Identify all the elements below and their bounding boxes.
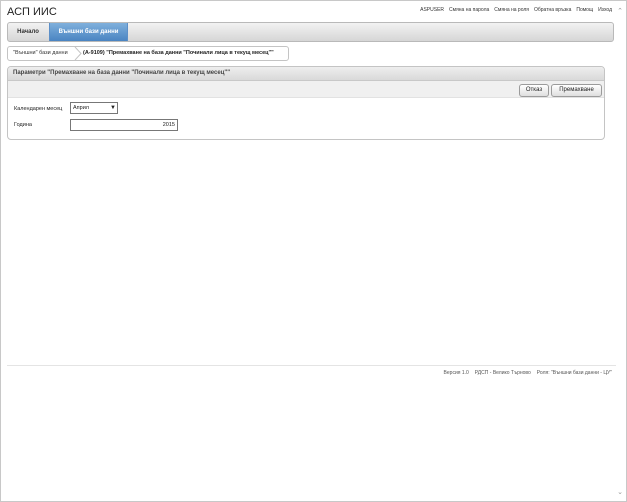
footer-role: Роля: "Външни бази данни - ЦУ" [536, 370, 612, 376]
change-password-link[interactable]: Смяна на парола [449, 7, 489, 13]
cancel-button[interactable]: Отказ [519, 84, 549, 97]
breadcrumb-separator-icon [74, 47, 82, 60]
chevron-down-icon: ▼ [110, 105, 116, 111]
nav-tab-home[interactable]: Начало [8, 23, 48, 41]
nav-tab-external-db[interactable]: Външни бази данни [49, 23, 128, 41]
panel-title: Параметри "Премахване на база данни "Поч… [8, 67, 604, 81]
delete-button[interactable]: Премахване [551, 84, 602, 97]
breadcrumb-parent[interactable]: "Външни" бази данни [13, 47, 68, 60]
footer: Версия 1.0 РДСП - Велико Търново Роля: "… [444, 370, 612, 376]
app-window: АСП ИИС ASPUSER Смяна на парола Смяна на… [0, 0, 627, 502]
user-link[interactable]: ASPUSER [420, 7, 444, 13]
change-role-link[interactable]: Смяна на роля [494, 7, 529, 13]
year-label: Година [14, 122, 32, 128]
logout-link[interactable]: Изход [598, 7, 612, 13]
panel-toolbar: Отказ Премахване [8, 81, 604, 98]
top-links: ASPUSER Смяна на парола Смяна на роля Об… [420, 7, 612, 13]
main-navbar: Начало Външни бази данни [7, 22, 614, 42]
parameters-panel: Параметри "Премахване на база данни "Поч… [7, 66, 605, 140]
month-select-value: Април [73, 105, 89, 111]
month-label: Календарен месец [14, 106, 63, 112]
chevron-down-icon[interactable]: ⌄ [617, 488, 623, 496]
app-title: АСП ИИС [7, 6, 57, 18]
breadcrumb-current: (А-9109) "Премахване на база данни "Почи… [83, 50, 274, 56]
feedback-link[interactable]: Обратна връзка [534, 7, 571, 13]
chevron-up-icon[interactable]: ⌃ [617, 7, 623, 15]
footer-office: РДСП - Велико Търново [474, 370, 531, 376]
footer-divider [7, 365, 616, 366]
year-input[interactable]: 2015 [70, 119, 178, 131]
footer-version: Версия 1.0 [443, 370, 469, 376]
breadcrumb: "Външни" бази данни (А-9109) "Премахване… [7, 46, 289, 61]
month-select[interactable]: Април ▼ [70, 102, 118, 114]
help-link[interactable]: Помощ [576, 7, 593, 13]
